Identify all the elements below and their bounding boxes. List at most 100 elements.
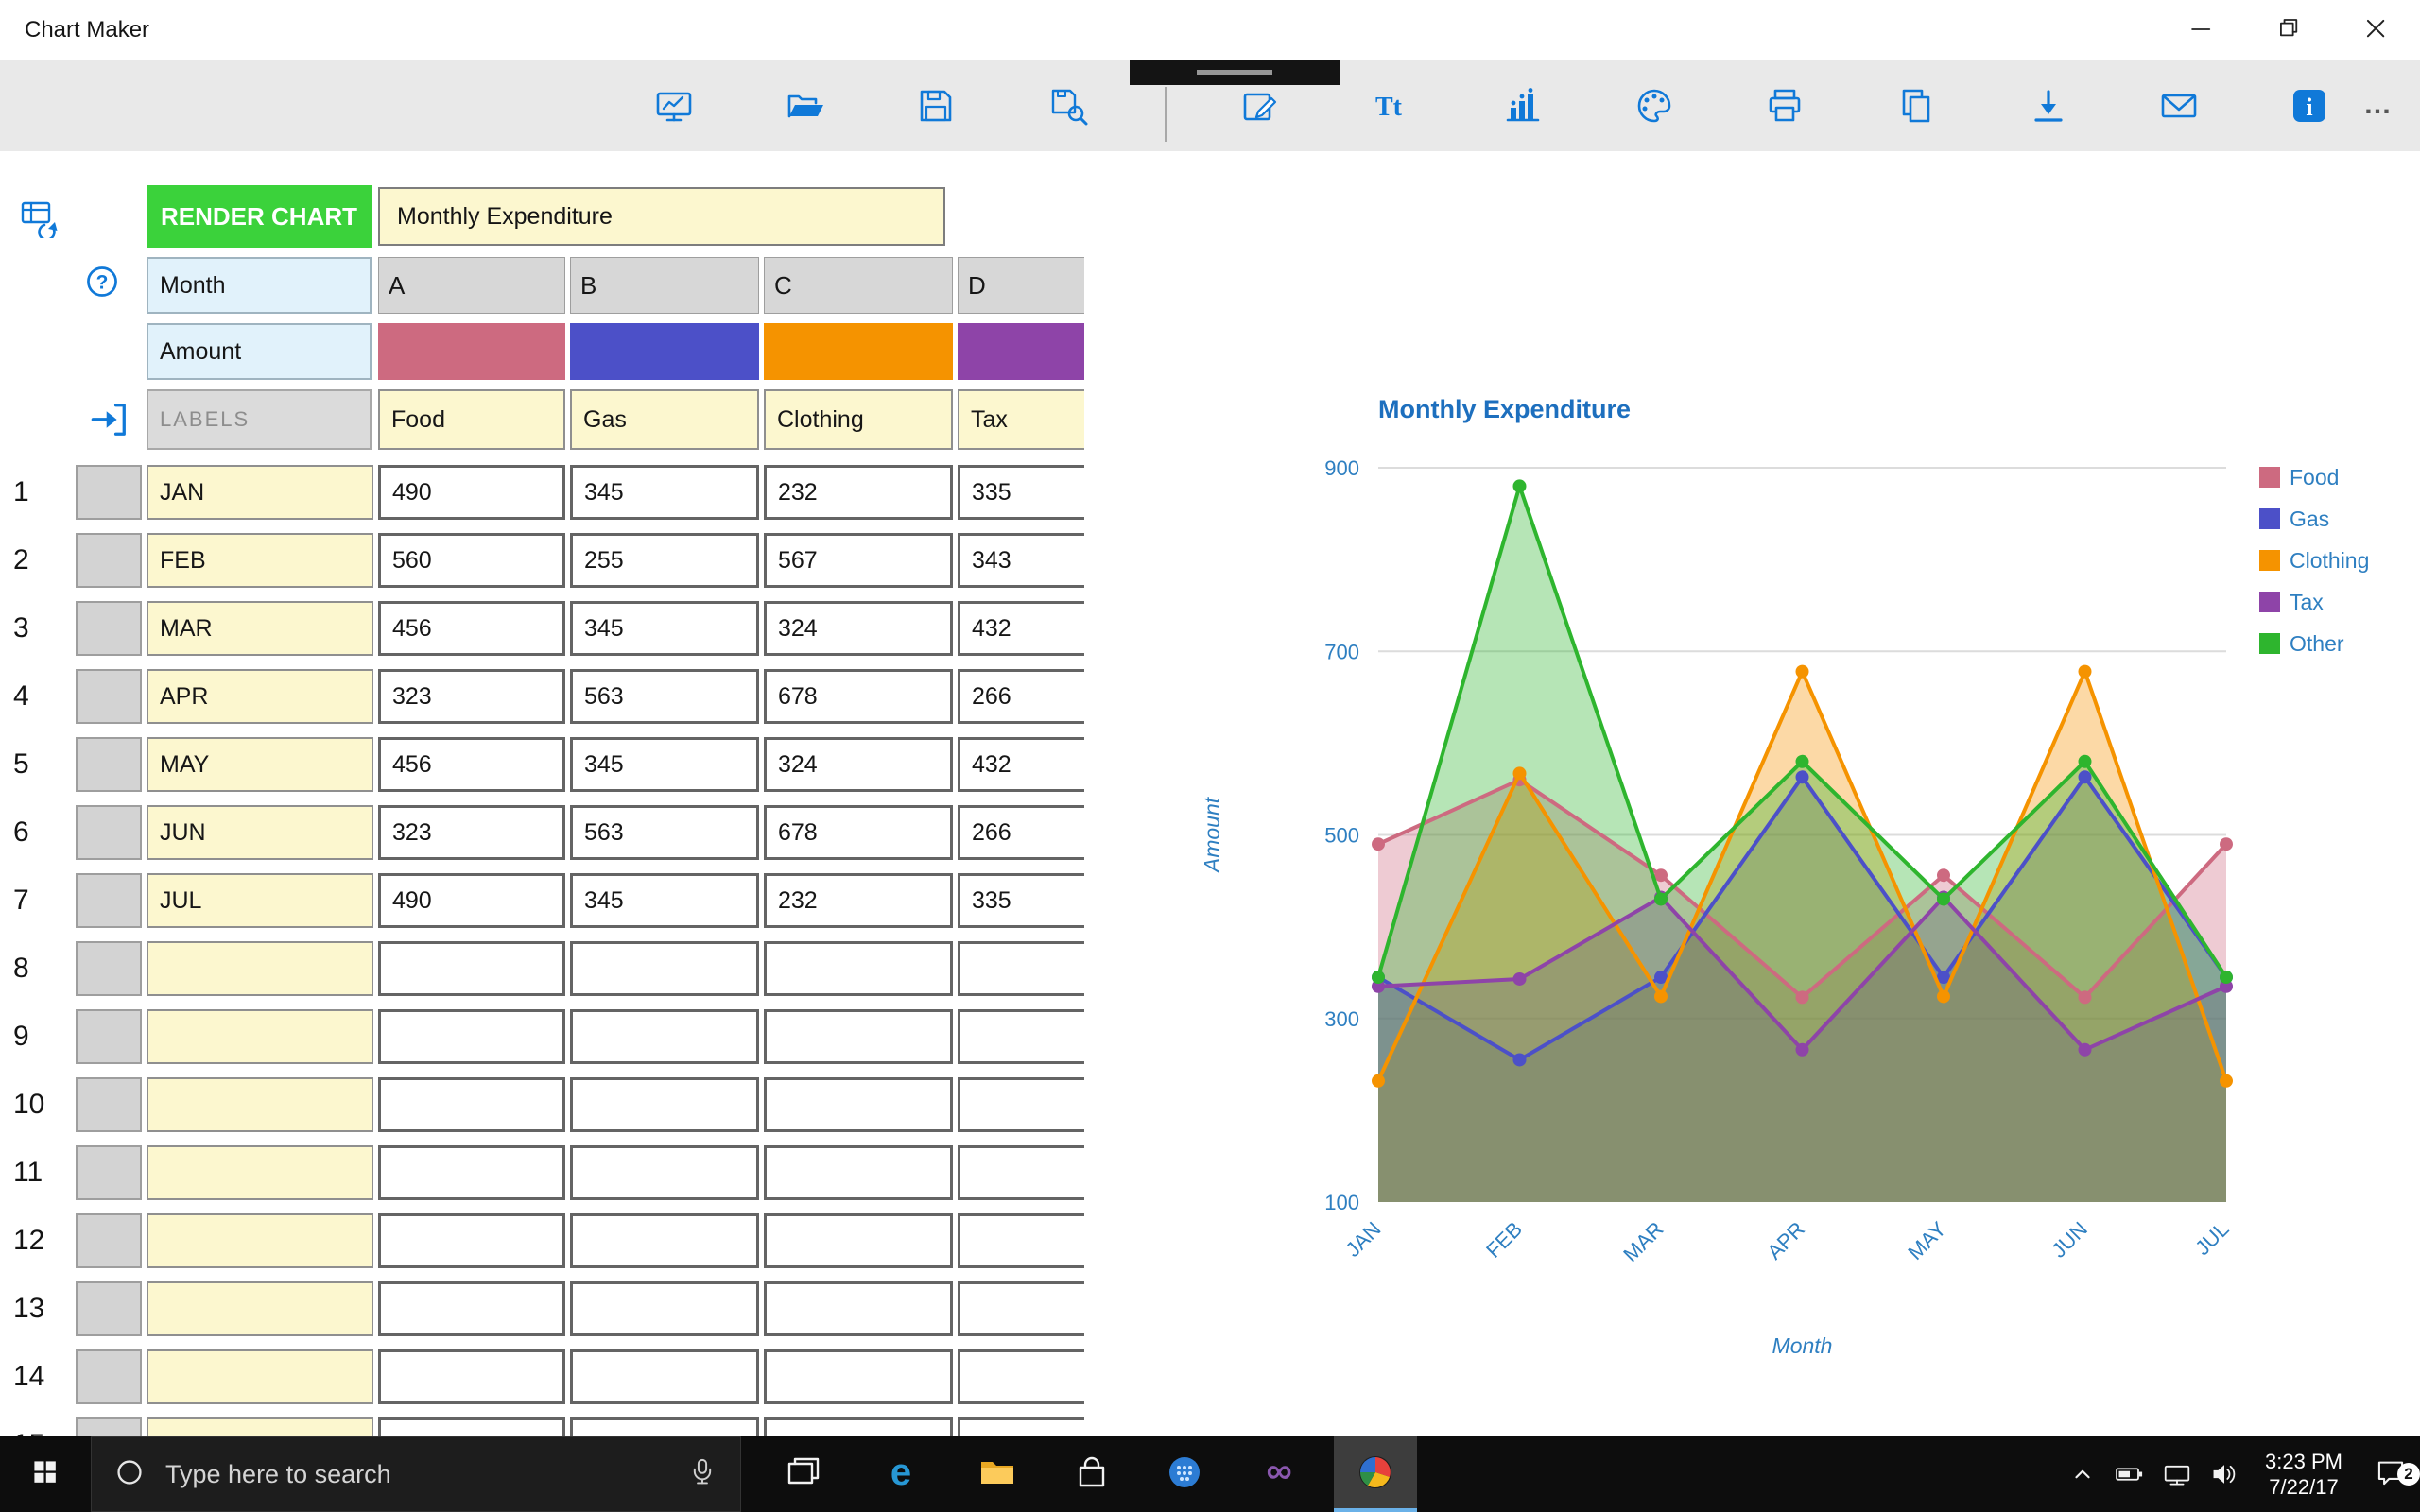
taskbar-app-edge[interactable]: e bbox=[859, 1436, 942, 1512]
drag-handle[interactable] bbox=[1130, 60, 1340, 85]
value-cell[interactable]: 456 bbox=[378, 601, 565, 656]
open-file-icon[interactable] bbox=[785, 85, 826, 127]
taskbar-app-task-view[interactable] bbox=[762, 1436, 845, 1512]
value-cell[interactable]: 255 bbox=[570, 533, 759, 588]
print-icon[interactable] bbox=[1764, 85, 1806, 127]
row-selector-cell[interactable] bbox=[76, 1213, 142, 1268]
value-cell[interactable]: 232 bbox=[764, 873, 953, 928]
value-cell[interactable]: 563 bbox=[570, 669, 759, 724]
taskbar-app-store[interactable] bbox=[1050, 1436, 1133, 1512]
value-cell[interactable] bbox=[570, 1009, 759, 1064]
value-cell[interactable]: 563 bbox=[570, 805, 759, 860]
row-selector-cell[interactable] bbox=[76, 873, 142, 928]
row-selector-cell[interactable] bbox=[76, 1349, 142, 1404]
volume-icon[interactable] bbox=[2201, 1457, 2248, 1491]
network-icon[interactable] bbox=[2153, 1457, 2201, 1491]
value-cell[interactable]: 343 bbox=[958, 533, 1084, 588]
value-cell[interactable] bbox=[764, 1077, 953, 1132]
start-button[interactable] bbox=[0, 1436, 91, 1512]
edit-icon[interactable] bbox=[1239, 85, 1281, 127]
label-input-a[interactable]: Food bbox=[378, 389, 565, 450]
value-cell[interactable] bbox=[958, 1077, 1084, 1132]
series-color-swatch-a[interactable] bbox=[378, 323, 565, 380]
value-cell[interactable] bbox=[958, 941, 1084, 996]
series-color-swatch-c[interactable] bbox=[764, 323, 953, 380]
text-format-icon[interactable]: Tt bbox=[1372, 85, 1413, 127]
month-cell[interactable]: MAY bbox=[147, 737, 373, 792]
value-cell[interactable] bbox=[958, 1418, 1084, 1436]
value-cell[interactable] bbox=[378, 1009, 565, 1064]
value-cell[interactable]: 456 bbox=[378, 737, 565, 792]
value-cell[interactable]: 432 bbox=[958, 737, 1084, 792]
taskbar-clock[interactable]: 3:23 PM 7/22/17 bbox=[2248, 1449, 2360, 1500]
series-color-swatch-b[interactable] bbox=[570, 323, 759, 380]
display-icon[interactable] bbox=[653, 85, 695, 127]
value-cell[interactable]: 345 bbox=[570, 465, 759, 520]
taskbar-search[interactable]: Type here to search bbox=[91, 1436, 741, 1512]
row-selector-cell[interactable] bbox=[76, 465, 142, 520]
month-cell[interactable] bbox=[147, 941, 373, 996]
row-selector-cell[interactable] bbox=[76, 601, 142, 656]
value-cell[interactable]: 266 bbox=[958, 805, 1084, 860]
taskbar-app-blue-app[interactable] bbox=[1143, 1436, 1226, 1512]
value-cell[interactable] bbox=[764, 1418, 953, 1436]
value-cell[interactable] bbox=[378, 941, 565, 996]
save-as-icon[interactable] bbox=[1047, 85, 1089, 127]
email-icon[interactable] bbox=[2158, 85, 2200, 127]
value-cell[interactable] bbox=[378, 1213, 565, 1268]
value-cell[interactable] bbox=[764, 1349, 953, 1404]
value-cell[interactable] bbox=[378, 1349, 565, 1404]
month-cell[interactable]: JUN bbox=[147, 805, 373, 860]
month-cell[interactable] bbox=[147, 1009, 373, 1064]
restore-button[interactable] bbox=[2246, 0, 2333, 60]
row-selector-cell[interactable] bbox=[76, 941, 142, 996]
value-cell[interactable] bbox=[570, 1077, 759, 1132]
value-cell[interactable]: 323 bbox=[378, 805, 565, 860]
value-cell[interactable] bbox=[570, 1418, 759, 1436]
battery-icon[interactable] bbox=[2106, 1457, 2153, 1491]
label-input-b[interactable]: Gas bbox=[570, 389, 759, 450]
value-cell[interactable]: 266 bbox=[958, 669, 1084, 724]
value-cell[interactable] bbox=[958, 1281, 1084, 1336]
chart-type-icon[interactable] bbox=[1501, 85, 1543, 127]
value-cell[interactable]: 345 bbox=[570, 601, 759, 656]
row-selector-cell[interactable] bbox=[76, 1418, 142, 1436]
info-icon[interactable]: i bbox=[2289, 85, 2330, 127]
taskbar-app-chart-maker[interactable] bbox=[1334, 1436, 1417, 1512]
taskbar-app-file-explorer[interactable] bbox=[956, 1436, 1039, 1512]
close-button[interactable] bbox=[2333, 0, 2420, 60]
value-cell[interactable] bbox=[570, 1281, 759, 1336]
value-cell[interactable] bbox=[958, 1145, 1084, 1200]
value-cell[interactable]: 345 bbox=[570, 737, 759, 792]
row-selector-cell[interactable] bbox=[76, 1281, 142, 1336]
value-cell[interactable]: 335 bbox=[958, 465, 1084, 520]
month-cell[interactable]: JUL bbox=[147, 873, 373, 928]
value-cell[interactable]: 323 bbox=[378, 669, 565, 724]
microphone-icon[interactable] bbox=[685, 1455, 719, 1494]
copy-icon[interactable] bbox=[1895, 85, 1937, 127]
month-cell[interactable] bbox=[147, 1281, 373, 1336]
value-cell[interactable] bbox=[764, 1213, 953, 1268]
value-cell[interactable] bbox=[764, 941, 953, 996]
value-cell[interactable] bbox=[570, 1145, 759, 1200]
value-cell[interactable]: 490 bbox=[378, 873, 565, 928]
month-cell[interactable] bbox=[147, 1213, 373, 1268]
value-cell[interactable] bbox=[570, 1349, 759, 1404]
value-cell[interactable]: 678 bbox=[764, 805, 953, 860]
value-cell[interactable]: 324 bbox=[764, 737, 953, 792]
action-center-button[interactable]: 2 bbox=[2360, 1454, 2420, 1495]
chart-title-input[interactable] bbox=[378, 187, 945, 246]
value-cell[interactable]: 490 bbox=[378, 465, 565, 520]
value-cell[interactable]: 560 bbox=[378, 533, 565, 588]
value-cell[interactable]: 567 bbox=[764, 533, 953, 588]
row-selector-cell[interactable] bbox=[76, 805, 142, 860]
value-cell[interactable] bbox=[958, 1349, 1084, 1404]
month-cell[interactable]: JAN bbox=[147, 465, 373, 520]
row-selector-cell[interactable] bbox=[76, 737, 142, 792]
month-cell[interactable] bbox=[147, 1418, 373, 1436]
row-selector-cell[interactable] bbox=[76, 1077, 142, 1132]
month-cell[interactable] bbox=[147, 1349, 373, 1404]
row-selector-cell[interactable] bbox=[76, 669, 142, 724]
value-cell[interactable] bbox=[570, 941, 759, 996]
color-palette-icon[interactable] bbox=[1634, 85, 1675, 127]
